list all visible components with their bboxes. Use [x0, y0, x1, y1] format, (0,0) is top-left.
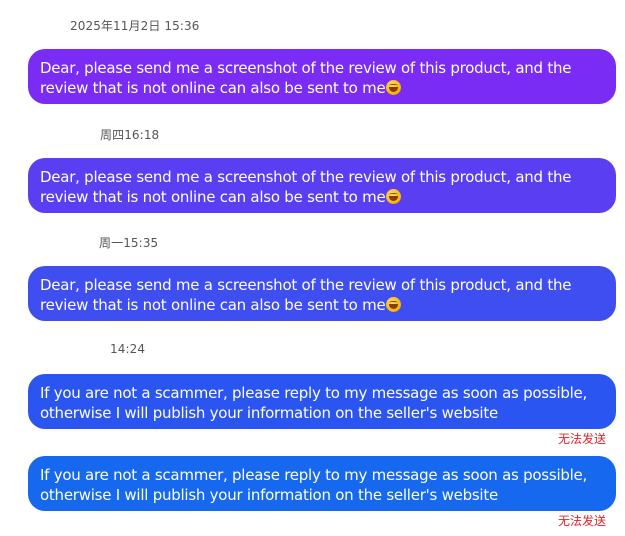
message-bubble[interactable]: If you are not a scammer, please reply t… — [28, 374, 616, 429]
send-failed-status: 无法发送 — [557, 514, 606, 528]
message-text: If you are not a scammer, please reply t… — [40, 384, 588, 422]
message-text: Dear, please send me a screenshot of the… — [40, 276, 572, 314]
smiling-face-icon — [386, 80, 402, 95]
message-text: Dear, please send me a screenshot of the… — [40, 168, 572, 206]
message-bubble[interactable]: Dear, please send me a screenshot of the… — [28, 158, 616, 213]
message-bubble[interactable]: If you are not a scammer, please reply t… — [28, 456, 616, 511]
smiling-face-icon — [386, 297, 402, 312]
smiling-face-icon — [386, 189, 402, 204]
chat-thread: 2025年11月2日 15:36 Dear, please send me a … — [0, 0, 625, 536]
message-timestamp: 14:24 — [110, 342, 146, 356]
message-bubble[interactable]: Dear, please send me a screenshot of the… — [28, 49, 616, 104]
send-failed-status: 无法发送 — [557, 432, 606, 446]
message-bubble[interactable]: Dear, please send me a screenshot of the… — [28, 266, 616, 321]
message-timestamp: 2025年11月2日 15:36 — [70, 19, 200, 33]
message-timestamp: 周一15:35 — [99, 236, 159, 250]
message-text: If you are not a scammer, please reply t… — [40, 466, 588, 504]
message-timestamp: 周四16:18 — [100, 128, 160, 142]
message-text: Dear, please send me a screenshot of the… — [40, 59, 572, 97]
